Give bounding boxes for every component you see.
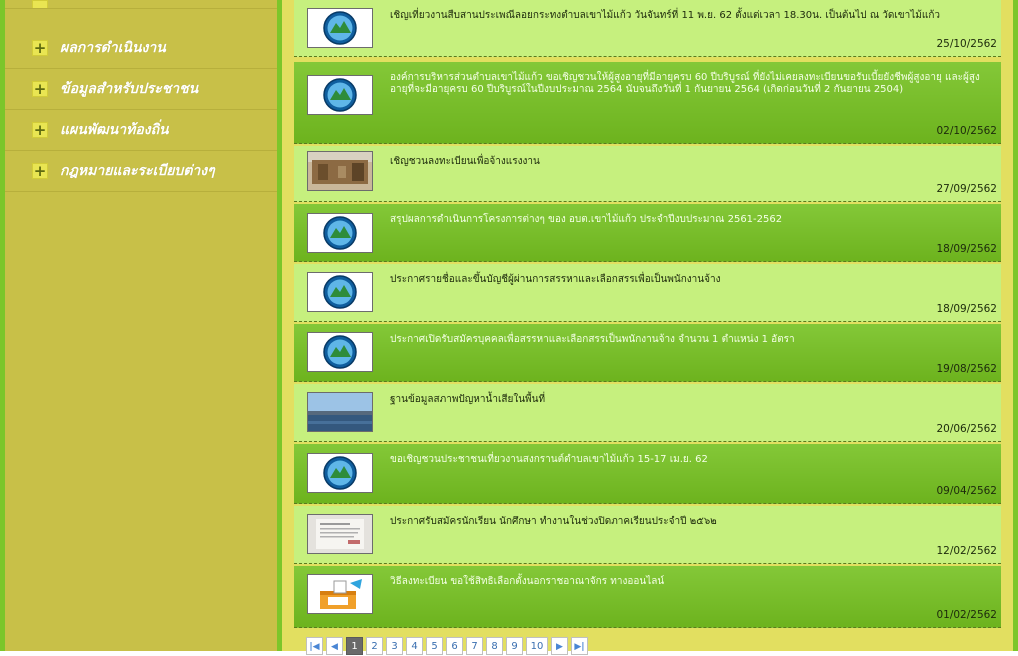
news-title[interactable]: ประกาศรับสมัครนักเรียน นักศึกษา ทำงานในช… [390, 516, 993, 528]
page-button[interactable]: 4 [406, 637, 423, 655]
sidebar-menu: + ผลการดำเนินงาน + ข้อมูลสำหรับประชาชน +… [5, 0, 277, 651]
sidebar-item-laws[interactable]: + กฎหมายและระเบียบต่างๆ [5, 151, 277, 192]
first-page-button[interactable]: |◀ [306, 637, 323, 655]
list-item[interactable]: องค์การบริหารส่วนตำบลเขาไม้แก้ว ขอเชิญชว… [294, 62, 1001, 144]
page-button[interactable]: 6 [446, 637, 463, 655]
water-photo-icon [307, 392, 373, 432]
logo-seal-icon [307, 453, 373, 493]
logo-seal-icon [307, 332, 373, 372]
ballot-box-icon [307, 574, 373, 614]
news-title[interactable]: วิธีลงทะเบียน ขอใช้สิทธิเลือกตั้งนอกราชอ… [390, 576, 993, 588]
page-button[interactable]: 10 [526, 637, 548, 655]
list-item[interactable]: ขอเชิญชวนประชาชนเที่ยวงานสงกรานต์ตำบลเขา… [294, 444, 1001, 504]
news-title[interactable]: ประกาศเปิดรับสมัครบุคคลเพื่อสรรหาและเลือ… [390, 334, 993, 346]
news-date: 27/09/2562 [936, 183, 997, 195]
news-date: 02/10/2562 [936, 125, 997, 137]
sidebar-item-local-plan[interactable]: + แผนพัฒนาท้องถิ่น [5, 110, 277, 151]
list-item[interactable]: ฐานข้อมูลสภาพปัญหาน้ำเสียในพื้นที่ 20/06… [294, 384, 1001, 442]
news-title[interactable]: ขอเชิญชวนประชาชนเที่ยวงานสงกรานต์ตำบลเขา… [390, 454, 993, 466]
plus-icon: + [32, 121, 48, 139]
logo-seal-icon [307, 8, 373, 48]
right-border-strip [1013, 0, 1018, 651]
content-frame-left [282, 0, 294, 651]
list-item[interactable]: เชิญชวนลงทะเบียนเพื่อจ้างแรงงาน 27/09/25… [294, 146, 1001, 202]
document-photo-icon [307, 514, 373, 554]
news-list: เชิญเที่ยวงานสืบสานประเพณีลอยกระทงตำบลเข… [294, 0, 1001, 655]
sidebar-item-cut-off[interactable] [5, 0, 277, 9]
news-title[interactable]: ประกาศรายชื่อและขึ้นบัญชีผู้ผ่านการสรรหา… [390, 274, 993, 286]
news-date: 12/02/2562 [936, 545, 997, 557]
sidebar-item-label: ข้อมูลสำหรับประชาชน [60, 81, 199, 97]
sidebar-item-label: แผนพัฒนาท้องถิ่น [60, 122, 169, 138]
news-date: 09/04/2562 [936, 485, 997, 497]
plus-icon: + [32, 39, 48, 57]
news-title[interactable]: องค์การบริหารส่วนตำบลเขาไม้แก้ว ขอเชิญชว… [390, 72, 993, 96]
page-button[interactable]: 3 [386, 637, 403, 655]
next-page-button[interactable]: ▶ [551, 637, 568, 655]
news-date: 19/08/2562 [936, 363, 997, 375]
page-button[interactable]: 7 [466, 637, 483, 655]
sidebar-item-public-info[interactable]: + ข้อมูลสำหรับประชาชน [5, 69, 277, 110]
plus-icon: + [32, 162, 48, 180]
list-item[interactable]: ประกาศเปิดรับสมัครบุคคลเพื่อสรรหาและเลือ… [294, 324, 1001, 382]
sidebar-item-label: กฎหมายและระเบียบต่างๆ [60, 163, 215, 179]
news-date: 18/09/2562 [936, 243, 997, 255]
list-item[interactable]: สรุปผลการดำเนินการโครงการต่างๆ ของ อบต.เ… [294, 204, 1001, 262]
logo-seal-icon [307, 75, 373, 115]
page-button[interactable]: 8 [486, 637, 503, 655]
news-date: 01/02/2562 [936, 609, 997, 621]
logo-seal-icon [307, 213, 373, 253]
news-title[interactable]: เชิญชวนลงทะเบียนเพื่อจ้างแรงงาน [390, 156, 993, 168]
news-date: 25/10/2562 [936, 38, 997, 50]
last-page-button[interactable]: ▶| [571, 637, 588, 655]
sidebar-item-label: ผลการดำเนินงาน [60, 40, 166, 56]
list-item[interactable]: เชิญเที่ยวงานสืบสานประเพณีลอยกระทงตำบลเข… [294, 0, 1001, 57]
pagination: |◀ ◀ 1 2 3 4 5 6 7 8 9 10 ▶ ▶| [306, 637, 588, 655]
news-title[interactable]: สรุปผลการดำเนินการโครงการต่างๆ ของ อบต.เ… [390, 214, 993, 226]
page-button-current[interactable]: 1 [346, 637, 363, 655]
plus-icon: + [32, 80, 48, 98]
news-date: 18/09/2562 [936, 303, 997, 315]
news-title[interactable]: เชิญเที่ยวงานสืบสานประเพณีลอยกระทงตำบลเข… [390, 10, 993, 22]
page-button[interactable]: 9 [506, 637, 523, 655]
page-button[interactable]: 2 [366, 637, 383, 655]
list-item[interactable]: ประกาศรายชื่อและขึ้นบัญชีผู้ผ่านการสรรหา… [294, 264, 1001, 322]
page-button[interactable]: 5 [426, 637, 443, 655]
construction-photo-icon [307, 151, 373, 191]
prev-page-button[interactable]: ◀ [326, 637, 343, 655]
content-frame-right [1001, 0, 1013, 651]
list-item[interactable]: ประกาศรับสมัครนักเรียน นักศึกษา ทำงานในช… [294, 506, 1001, 564]
plus-icon [32, 0, 48, 8]
news-title[interactable]: ฐานข้อมูลสภาพปัญหาน้ำเสียในพื้นที่ [390, 394, 993, 406]
news-date: 20/06/2562 [936, 423, 997, 435]
list-item[interactable]: วิธีลงทะเบียน ขอใช้สิทธิเลือกตั้งนอกราชอ… [294, 566, 1001, 628]
sidebar-item-performance[interactable]: + ผลการดำเนินงาน [5, 28, 277, 69]
logo-seal-icon [307, 272, 373, 312]
